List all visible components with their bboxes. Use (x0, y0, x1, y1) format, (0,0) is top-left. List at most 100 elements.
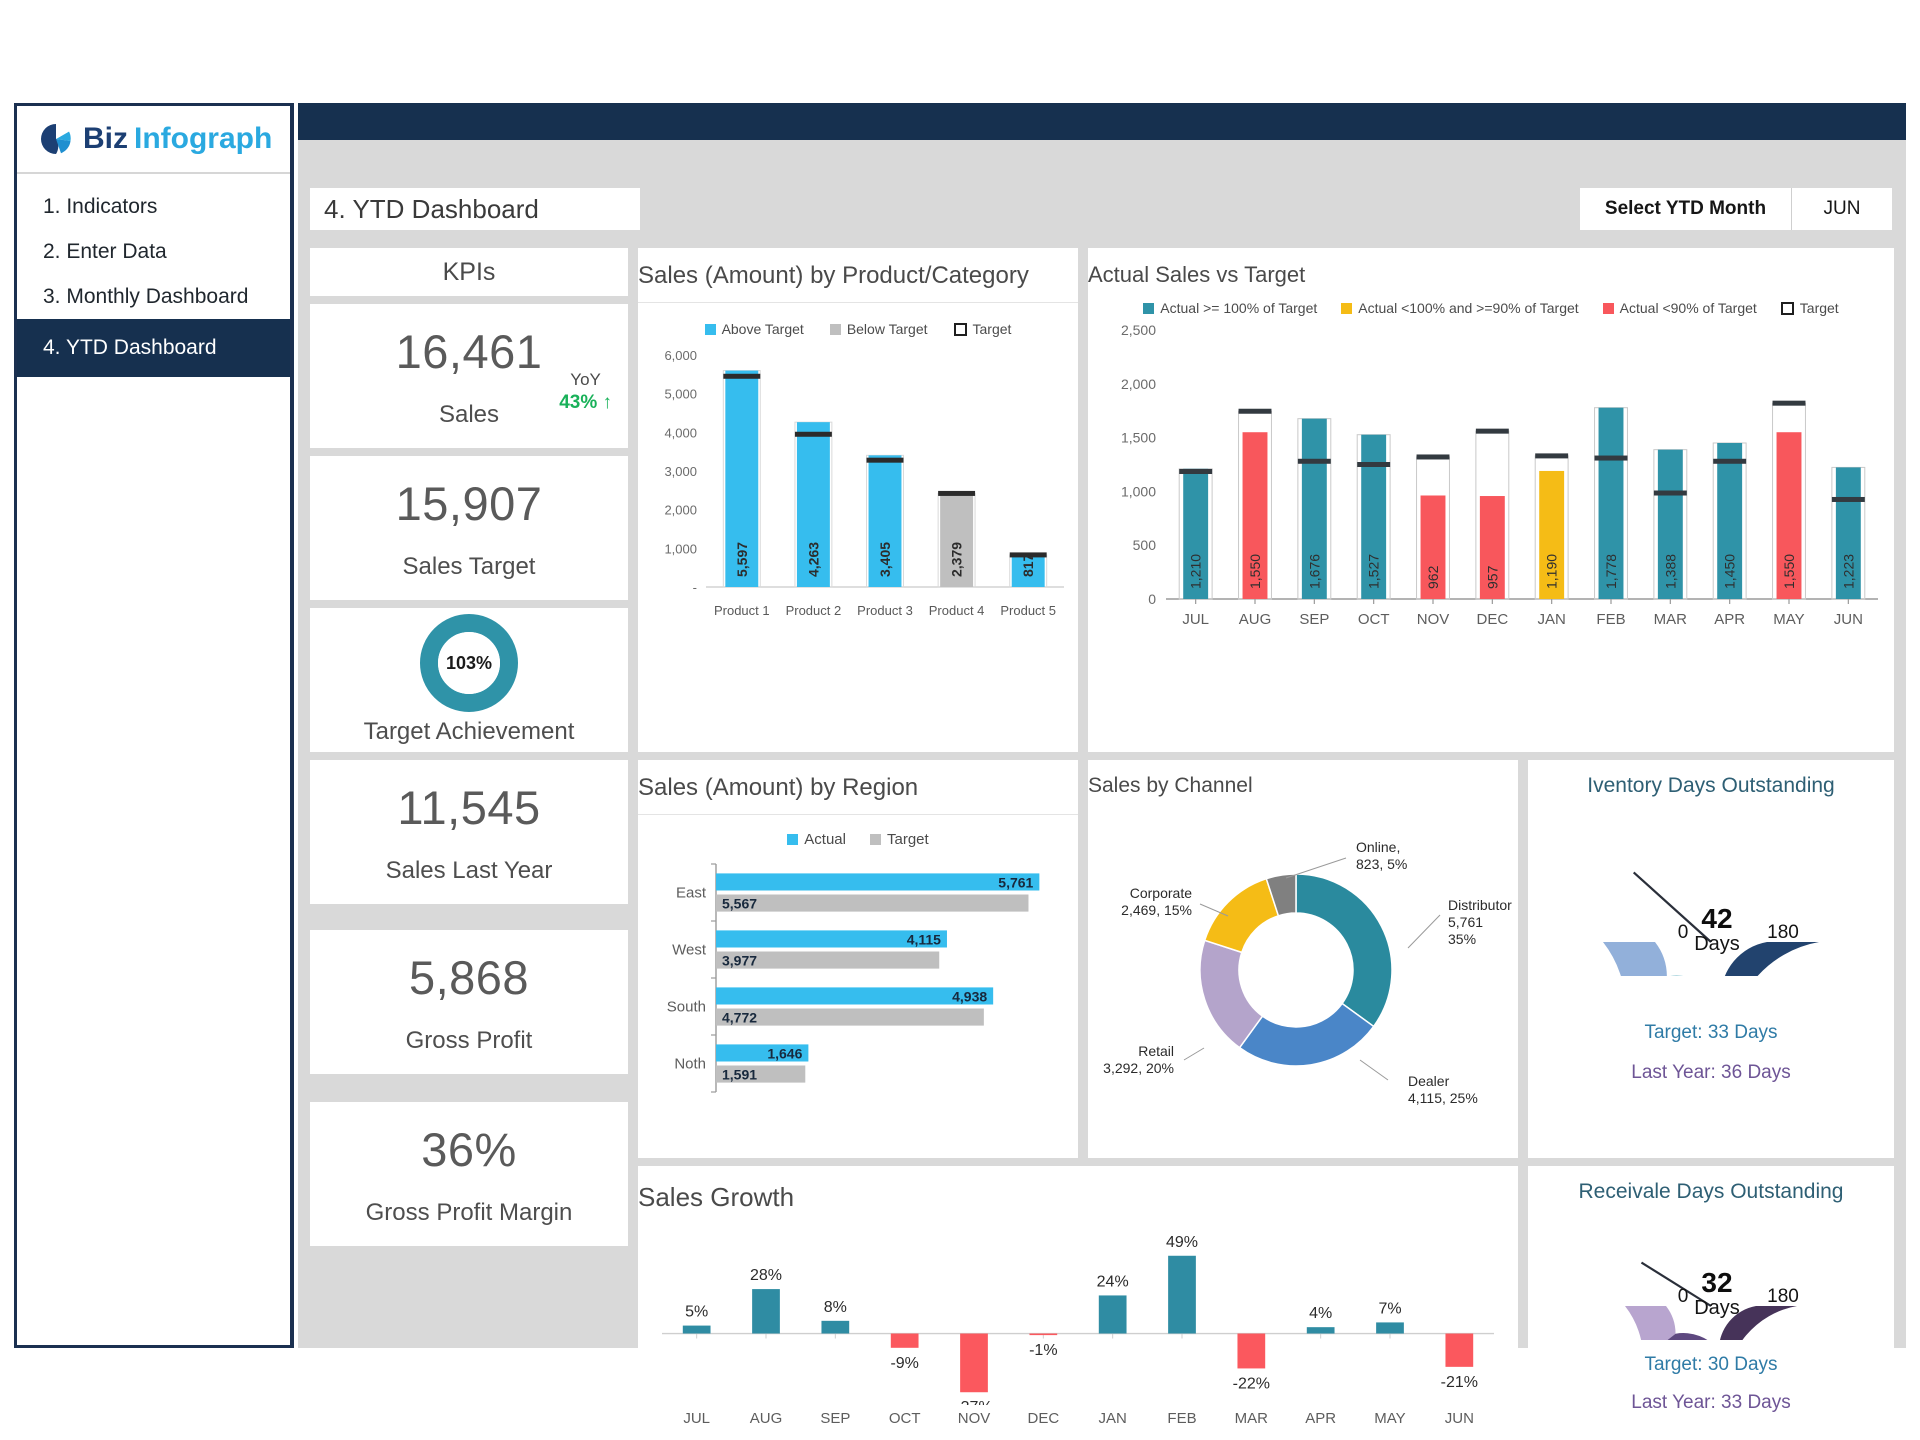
legend-target-marker: Target (1780, 300, 1839, 316)
svg-text:500: 500 (1133, 537, 1157, 553)
kpi-card-gross-profit-margin: 36% Gross Profit Margin (310, 1102, 628, 1246)
svg-text:West: West (672, 942, 707, 959)
svg-text:28%: 28% (750, 1267, 782, 1284)
svg-text:Distributor: Distributor (1448, 897, 1512, 913)
receivable-days-target: Target: 30 Days (1644, 1354, 1778, 1375)
kpi-gross-profit-margin-label: Gross Profit Margin (365, 1198, 573, 1226)
svg-text:4,263: 4,263 (805, 542, 821, 577)
legend-above-target-label: Above Target (721, 321, 804, 337)
sales-by-region-legend: Actual Target (638, 831, 1078, 848)
svg-text:3,977: 3,977 (722, 953, 757, 969)
kpi-gross-profit-label: Gross Profit (405, 1026, 533, 1054)
kpis-title: KPIs (442, 258, 496, 286)
svg-text:1,210: 1,210 (1188, 554, 1204, 589)
svg-text:5,597: 5,597 (734, 542, 750, 577)
pie-chart-logo-icon (39, 122, 73, 156)
legend-above-target: Above Target (704, 321, 804, 337)
svg-text:4%: 4% (1309, 1305, 1332, 1322)
sidebar-item-ytd-dashboard[interactable]: 4. YTD Dashboard (17, 319, 290, 377)
kpi-card-target-achievement: 103% Target Achievement (310, 608, 628, 752)
svg-text:962: 962 (1425, 565, 1441, 589)
sidebar-item-enter-data[interactable]: 2. Enter Data (17, 229, 290, 274)
svg-text:1,527: 1,527 (1366, 554, 1382, 589)
receivable-days-gauge: 0 180 32 Days (1528, 1210, 1894, 1340)
ytd-month-selector[interactable]: Select YTD Month JUN (1580, 188, 1892, 230)
inventory-days-last-year: Last Year: 36 Days (1631, 1062, 1791, 1083)
svg-text:SEP: SEP (820, 1410, 850, 1427)
sidebar-item-monthly-dashboard[interactable]: 3. Monthly Dashboard (17, 274, 290, 319)
kpi-card-sales: 16,461 Sales YoY 43% ↑ (310, 304, 628, 448)
svg-text:1,190: 1,190 (1544, 554, 1560, 589)
svg-text:1,550: 1,550 (1781, 554, 1797, 589)
chart-card-inventory-days: Iventory Days Outstanding 0 180 42 Days Tar… (1528, 760, 1894, 1158)
svg-text:-22%: -22% (1233, 1375, 1270, 1392)
svg-text:FEB: FEB (1596, 611, 1625, 628)
svg-text:5,761: 5,761 (998, 875, 1033, 891)
svg-text:-9%: -9% (890, 1355, 918, 1372)
kpi-sales-label: Sales (438, 400, 500, 428)
chart-card-receivable-days: Receivale Days Outstanding 0 180 32 Days Ta… (1528, 1166, 1894, 1438)
svg-text:4,000: 4,000 (664, 425, 697, 440)
legend-region-target: Target (870, 831, 929, 848)
svg-text:5,567: 5,567 (722, 896, 757, 912)
kpi-sales-value: 16,461 (395, 324, 543, 378)
legend-target-marker-label: Target (1799, 300, 1839, 316)
svg-text:5,000: 5,000 (664, 387, 697, 402)
svg-text:-1%: -1% (1029, 1342, 1057, 1359)
svg-text:South: South (667, 999, 706, 1016)
sales-by-channel-title: Sales by Channel (1088, 774, 1253, 797)
svg-text:Dealer: Dealer (1408, 1073, 1450, 1089)
svg-text:2,500: 2,500 (1121, 322, 1156, 338)
svg-text:1,500: 1,500 (1121, 430, 1156, 446)
svg-text:Product 1: Product 1 (714, 603, 770, 618)
kpis-panel-header: KPIs (310, 248, 628, 296)
legend-region-actual: Actual (787, 831, 846, 848)
dashboard-content: 4. YTD Dashboard Select YTD Month JUN KP… (298, 140, 1906, 1438)
svg-text:JUN: JUN (1834, 611, 1863, 628)
sales-by-channel-plot: Distributor 5,761 35% Dealer 4,115, 25% Retai… (1088, 798, 1518, 1150)
brand-name-light: Infograph (134, 122, 273, 155)
svg-text:Product 2: Product 2 (786, 603, 842, 618)
svg-text:0: 0 (1148, 591, 1156, 607)
kpi-sales-yoy: YoY 43% ↑ (559, 370, 612, 414)
svg-text:1,388: 1,388 (1662, 554, 1678, 589)
sales-by-product-legend: Above Target Below Target Target (638, 321, 1078, 337)
svg-text:3,405: 3,405 (877, 542, 893, 577)
svg-text:DEC: DEC (1476, 611, 1508, 628)
kpi-sales-last-year-label: Sales Last Year (385, 856, 553, 884)
target-achievement-donut: 103% (420, 614, 518, 712)
sales-by-product-title: Sales (Amount) by Product/Category (638, 262, 1029, 289)
svg-text:2,000: 2,000 (664, 503, 697, 518)
legend-region-actual-label: Actual (804, 831, 846, 848)
svg-text:3,000: 3,000 (664, 464, 697, 479)
svg-text:1,223: 1,223 (1840, 554, 1856, 589)
sidebar-item-indicators[interactable]: 1. Indicators (17, 184, 290, 229)
ytd-month-selector-value[interactable]: JUN (1792, 188, 1892, 230)
svg-text:Days: Days (1694, 933, 1740, 955)
svg-text:APR: APR (1714, 611, 1745, 628)
actual-vs-target-xaxis: JUL AUG SEP OCT NOV DEC JAN FEB MAR APR MAY JUN (1088, 607, 1894, 633)
yoy-value: 43% ↑ (559, 392, 612, 414)
svg-text:817: 817 (1020, 553, 1036, 577)
sales-growth-xaxis: JUL AUG SEP OCT NOV DEC JAN FEB MAR APR MAY JUN (638, 1405, 1518, 1433)
chart-card-sales-by-region: Sales (Amount) by Region Actual Target E… (638, 760, 1078, 1158)
brand-logo: Biz Infograph (17, 106, 290, 174)
svg-text:32: 32 (1701, 1267, 1732, 1298)
svg-text:AUG: AUG (1239, 611, 1272, 628)
svg-text:OCT: OCT (1358, 611, 1390, 628)
svg-text:OCT: OCT (889, 1410, 921, 1427)
legend-target: Target (953, 321, 1011, 337)
svg-text:Noth: Noth (674, 1056, 706, 1073)
svg-text:AUG: AUG (750, 1410, 783, 1427)
target-achievement-value: 103% (445, 652, 493, 673)
svg-text:1,591: 1,591 (722, 1067, 757, 1083)
inventory-days-target: Target: 33 Days (1644, 1022, 1778, 1043)
svg-text:MAR: MAR (1235, 1410, 1269, 1427)
svg-text:180: 180 (1767, 922, 1799, 943)
svg-text:SEP: SEP (1299, 611, 1329, 628)
sales-by-product-plot: 6,000 5,000 4,000 3,000 2,000 1,000 - 5,597 4,26… (638, 349, 1078, 599)
svg-text:NOV: NOV (958, 1410, 991, 1427)
svg-text:42: 42 (1701, 903, 1732, 934)
legend-region-target-label: Target (887, 831, 929, 848)
svg-text:JAN: JAN (1537, 611, 1565, 628)
